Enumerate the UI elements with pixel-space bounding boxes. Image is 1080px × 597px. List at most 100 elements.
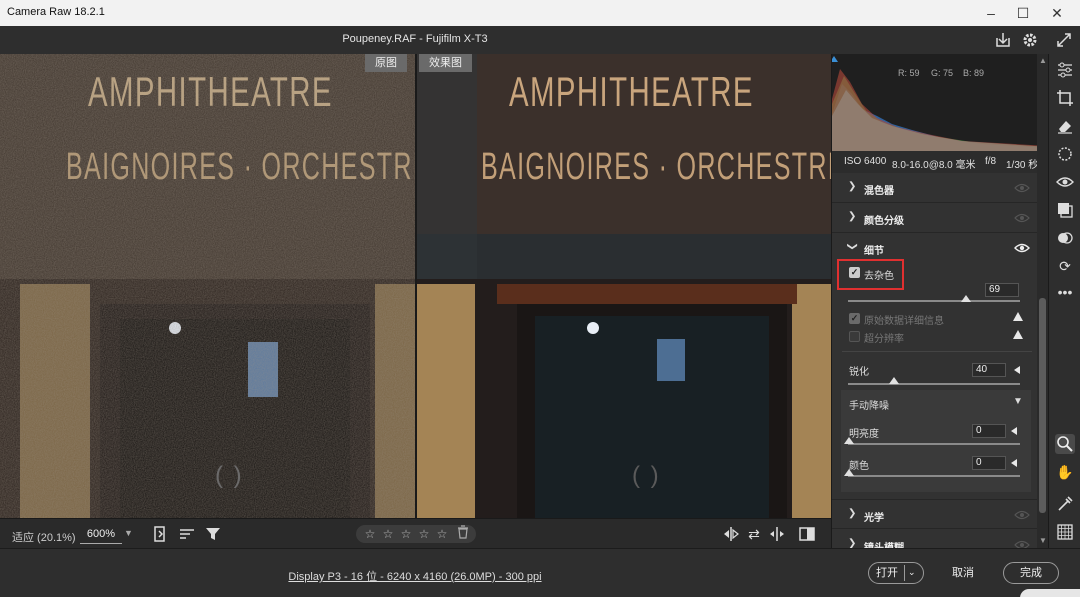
star-icon[interactable]: ☆ xyxy=(380,525,396,543)
fit-zoom-label[interactable]: 适应 (20.1%) xyxy=(12,529,76,545)
manual-nr-label: 手动降噪 xyxy=(849,401,889,412)
before-image xyxy=(0,54,415,518)
divider xyxy=(842,351,1032,352)
star-icon[interactable]: ☆ xyxy=(362,525,378,543)
crop-icon[interactable] xyxy=(1055,88,1075,108)
denoise-slider-track[interactable] xyxy=(848,300,1020,302)
color-nr-input[interactable]: 0 xyxy=(972,456,1006,470)
zoom-icon[interactable] xyxy=(1055,434,1075,454)
section-optics[interactable]: ❯ 光学 xyxy=(832,499,1037,529)
fullscreen-icon[interactable] xyxy=(1054,30,1074,50)
eye-icon[interactable] xyxy=(1014,180,1030,196)
rotate-icon[interactable]: ⟳ xyxy=(1055,256,1075,276)
after-label: 效果图 xyxy=(419,54,472,72)
logo-fragment xyxy=(1020,589,1080,597)
star-icon[interactable]: ☆ xyxy=(416,525,432,543)
color-slider-thumb[interactable] xyxy=(844,469,854,476)
open-button-label: 打开 xyxy=(876,567,898,579)
maximize-icon[interactable]: ☐ xyxy=(1012,3,1034,23)
image-canvas[interactable]: AMPHITHEATRE BAIGNOIRES · ORCHESTRE ( ) … xyxy=(0,54,831,518)
iso-value: ISO 6400 xyxy=(844,156,887,167)
expand-left-icon[interactable] xyxy=(1014,366,1020,374)
sign-text-bottom: BAIGNOIRES · ORCHESTRE xyxy=(66,146,415,188)
presets-icon[interactable] xyxy=(1055,228,1075,248)
section-lens-blur[interactable]: ❯ 镜头模糊 xyxy=(832,530,1037,548)
gear-icon[interactable] xyxy=(1020,30,1040,50)
section-color-grading[interactable]: ❯ 颜色分级 xyxy=(832,203,1037,233)
section-label: 光学 xyxy=(864,513,884,524)
sharpening-slider-track[interactable] xyxy=(848,383,1020,385)
trash-icon[interactable] xyxy=(455,525,471,543)
denoise-slider-thumb[interactable] xyxy=(961,295,971,302)
histogram: R: 59 G: 75 B: 89 xyxy=(832,54,1048,151)
door-mark: ( ) xyxy=(632,462,661,489)
chevron-right-icon: ❯ xyxy=(848,181,857,192)
snapshots-icon[interactable] xyxy=(1055,200,1075,220)
rgb-b-readout: B: 89 xyxy=(963,68,985,78)
workflow-options-link[interactable]: Display P3 - 16 位 - 6240 x 4160 (26.0MP)… xyxy=(0,568,830,584)
scroll-up-icon[interactable]: ▲ xyxy=(1039,56,1047,65)
filter-icon[interactable] xyxy=(204,525,222,543)
sign-text-bottom: BAIGNOIRES · ORCHESTRE xyxy=(481,146,831,188)
minimize-icon[interactable]: – xyxy=(980,3,1002,23)
raw-details-checkbox[interactable]: ✓ xyxy=(849,313,860,324)
sign-text-top: AMPHITHEATRE xyxy=(509,68,754,115)
cancel-button[interactable]: 取消 xyxy=(936,562,990,584)
scroll-thumb[interactable] xyxy=(1039,298,1046,513)
sort-icon[interactable] xyxy=(178,525,196,543)
close-icon[interactable]: ✕ xyxy=(1046,3,1068,23)
color-slider-track[interactable] xyxy=(848,475,1020,477)
chevron-right-icon: ❯ xyxy=(848,211,857,222)
red-eye-icon[interactable] xyxy=(1055,172,1075,192)
eraser-icon[interactable] xyxy=(1055,116,1075,136)
edit-sliders-icon[interactable] xyxy=(1055,60,1075,80)
lens-value: 8.0-16.0@8.0 毫米 xyxy=(892,160,976,171)
before-label: 原图 xyxy=(365,54,407,72)
expand-left-icon[interactable] xyxy=(1011,427,1017,435)
masking-icon[interactable] xyxy=(1055,144,1075,164)
swap-icon[interactable]: ⇄ xyxy=(745,525,763,543)
eye-icon[interactable] xyxy=(1014,537,1030,548)
filmstrip-icon[interactable] xyxy=(152,525,170,543)
document-header: Poupeney.RAF - Fujifilm X-T3 xyxy=(0,26,1080,54)
save-icon[interactable] xyxy=(993,30,1013,50)
eye-icon[interactable] xyxy=(1014,210,1030,226)
section-label: 混色器 xyxy=(864,186,894,197)
warning-icon xyxy=(1013,330,1023,339)
chevron-right-icon: ❯ xyxy=(848,508,857,519)
open-button[interactable]: 打开 ⌄ xyxy=(868,562,924,584)
scroll-down-icon[interactable]: ▼ xyxy=(1039,536,1047,545)
eye-icon[interactable] xyxy=(1014,240,1030,256)
color-sampler-icon[interactable] xyxy=(1055,494,1075,514)
file-title: Poupeney.RAF - Fujifilm X-T3 xyxy=(342,33,488,45)
chevron-down-icon[interactable]: ▼ xyxy=(1013,396,1023,407)
star-icon[interactable]: ☆ xyxy=(398,525,414,543)
rating-stars: ☆ ☆ ☆ ☆ ☆ xyxy=(356,525,476,543)
panel-scrollbar[interactable]: ▲ ▼ xyxy=(1037,54,1048,548)
sharpening-slider-thumb[interactable] xyxy=(889,377,899,384)
toggle-compare-icon[interactable] xyxy=(798,525,816,543)
chevron-down-icon[interactable]: ⌄ xyxy=(908,562,916,582)
compare-before-after-icon[interactable] xyxy=(722,525,740,543)
chevron-down-icon[interactable]: ▼ xyxy=(124,528,133,538)
section-color-mixer[interactable]: ❯ 混色器 xyxy=(832,173,1037,203)
denoise-amount-input[interactable]: 69 xyxy=(985,283,1019,297)
luminance-slider-track[interactable] xyxy=(848,443,1020,445)
luminance-nr-input[interactable]: 0 xyxy=(972,424,1006,438)
luminance-slider-thumb[interactable] xyxy=(844,437,854,444)
sharpening-amount-input[interactable]: 40 xyxy=(972,363,1006,377)
expand-left-icon[interactable] xyxy=(1011,459,1017,467)
hand-icon[interactable]: ✋ xyxy=(1055,462,1075,482)
app-title: Camera Raw 18.2.1 xyxy=(7,6,105,18)
tool-strip: ⟳ ••• ✋ xyxy=(1048,54,1080,548)
more-icon[interactable]: ••• xyxy=(1055,282,1075,302)
zoom-select[interactable]: 600% xyxy=(80,524,122,544)
star-icon[interactable]: ☆ xyxy=(434,525,450,543)
done-button[interactable]: 完成 xyxy=(1003,562,1059,584)
copy-settings-icon[interactable] xyxy=(768,525,786,543)
super-resolution-checkbox[interactable] xyxy=(849,331,860,342)
grid-icon[interactable] xyxy=(1055,522,1075,542)
eye-icon[interactable] xyxy=(1014,507,1030,523)
sign-text-top: AMPHITHEATRE xyxy=(88,68,333,115)
denoise-checkbox[interactable]: ✓ xyxy=(849,267,860,278)
